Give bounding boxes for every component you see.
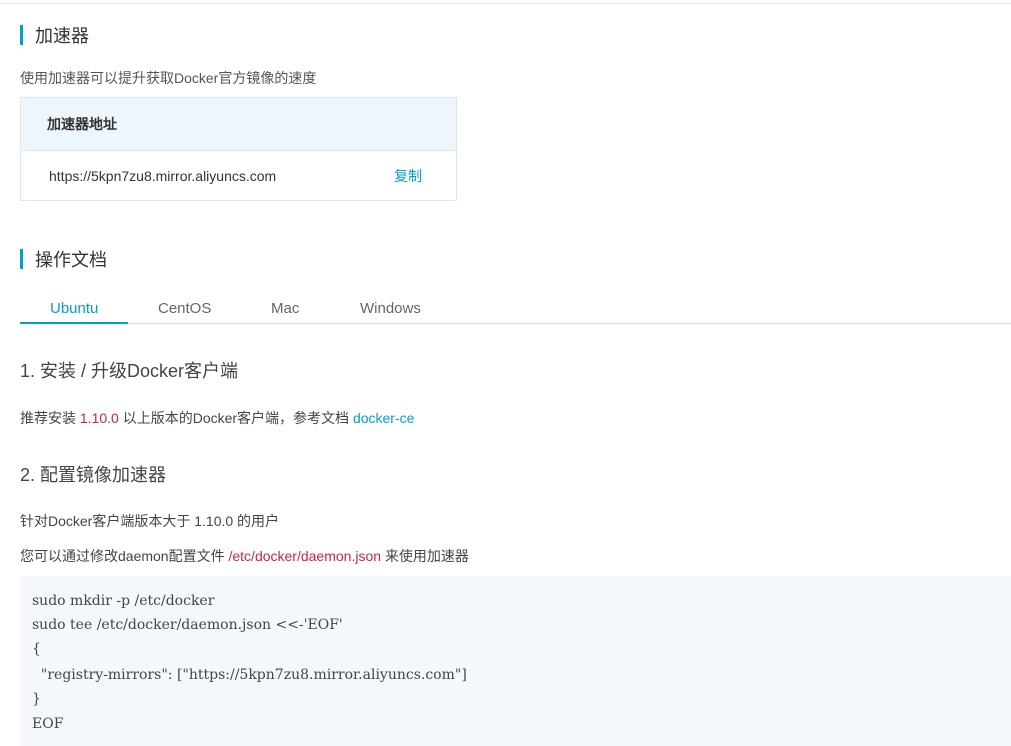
accelerator-section-title: 加速器 <box>20 22 89 48</box>
docker-ce-link[interactable]: docker-ce <box>353 410 414 426</box>
code-line: sudo tee /etc/docker/daemon.json <<-'EOF… <box>32 617 343 633</box>
title-accent-bar <box>20 249 23 269</box>
code-line: EOF <box>32 716 64 732</box>
address-table-row: https://5kpn7zu8.mirror.aliyuncs.com 复制 <box>21 151 456 200</box>
accelerator-description: 使用加速器可以提升获取Docker官方镜像的速度 <box>20 70 317 86</box>
step1-text: 推荐安装 1.10.0 以上版本的Docker客户端，参考文档 docker-c… <box>20 408 414 428</box>
active-tab-indicator <box>20 322 128 324</box>
tab-centos[interactable]: CentOS <box>158 300 211 317</box>
step1-heading: 1. 安装 / 升级Docker客户端 <box>20 361 239 381</box>
docs-section-title: 操作文档 <box>20 246 107 272</box>
os-tabs: Ubuntu CentOS Mac Windows <box>20 292 1011 324</box>
step2-line2: 您可以通过修改daemon配置文件 /etc/docker/daemon.jso… <box>20 546 469 566</box>
daemon-config-path: /etc/docker/daemon.json <box>228 548 382 564</box>
code-line: { <box>32 641 41 657</box>
tab-windows[interactable]: Windows <box>360 300 421 317</box>
tab-mac[interactable]: Mac <box>271 300 299 317</box>
accelerator-title: 加速器 <box>35 26 89 46</box>
step2-heading: 2. 配置镜像加速器 <box>20 465 167 485</box>
accelerator-address-table: 加速器地址 https://5kpn7zu8.mirror.aliyuncs.c… <box>20 97 457 201</box>
step1-text-before: 推荐安装 <box>20 410 80 426</box>
step2-line2-after: 来使用加速器 <box>381 548 469 564</box>
docs-title: 操作文档 <box>35 250 107 270</box>
mirror-address: https://5kpn7zu8.mirror.aliyuncs.com <box>49 167 277 184</box>
code-line: } <box>32 691 41 707</box>
code-block[interactable]: sudo mkdir -p /etc/docker sudo tee /etc/… <box>20 576 1011 746</box>
step2-line2-before: 您可以通过修改daemon配置文件 <box>20 548 229 564</box>
top-divider <box>0 3 1011 4</box>
code-line: sudo mkdir -p /etc/docker <box>32 593 215 609</box>
recommended-version: 1.10.0 <box>79 410 119 426</box>
address-table-header: 加速器地址 <box>21 98 456 151</box>
code-line: "registry-mirrors": ["https://5kpn7zu8.m… <box>32 667 467 683</box>
tab-ubuntu[interactable]: Ubuntu <box>50 300 98 317</box>
title-accent-bar <box>20 25 23 45</box>
step2-line1: 针对Docker客户端版本大于 1.10.0 的用户 <box>20 513 280 529</box>
step1-text-middle: 以上版本的Docker客户端，参考文档 <box>118 410 353 426</box>
copy-button[interactable]: 复制 <box>394 166 422 186</box>
